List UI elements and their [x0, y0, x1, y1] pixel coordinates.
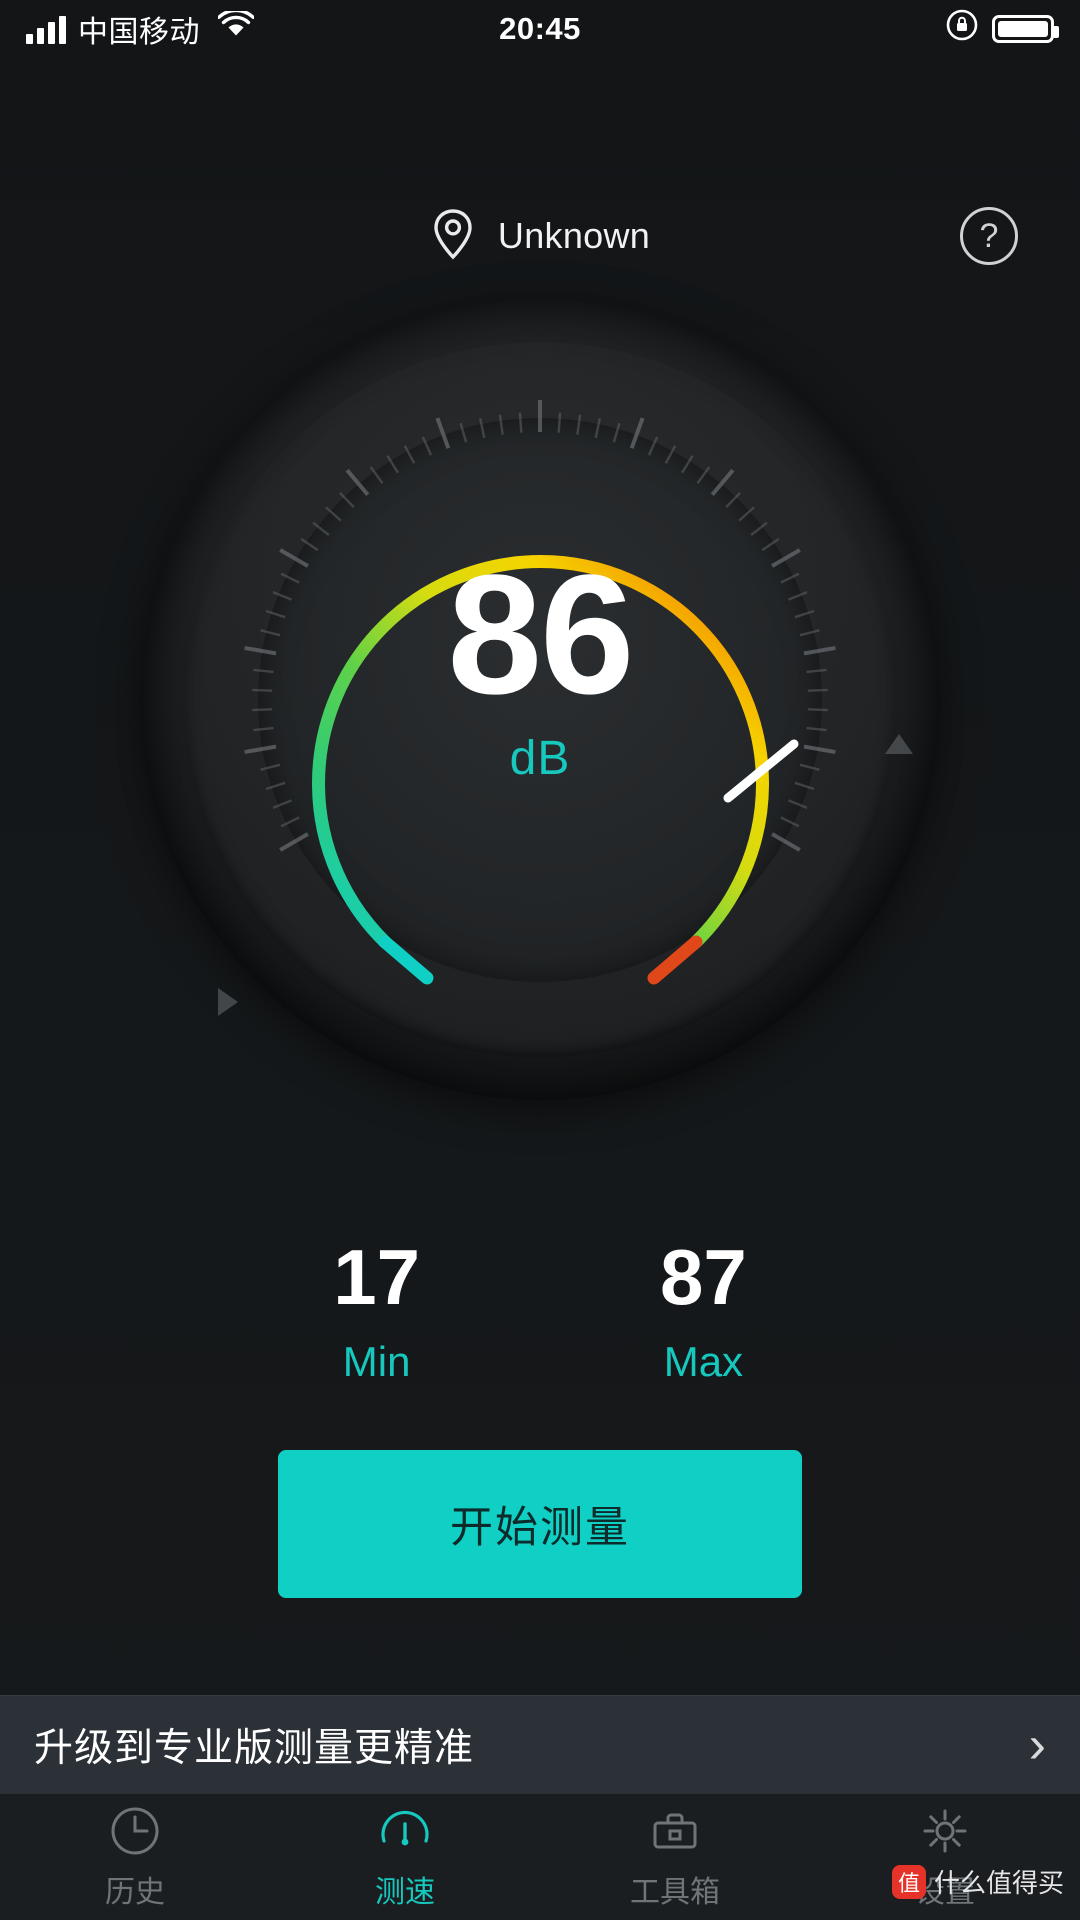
app-screen: 中国移动 20:45 Unknown ? 86 dB 17 Min 87 Max… [0, 0, 1080, 1920]
sound-level-gauge: 86 dB [140, 300, 940, 1100]
gauge-arc-end-hook [647, 935, 703, 985]
gauge-readout: 86 dB [140, 540, 940, 786]
min-label: Min [342, 1338, 411, 1385]
gauge-right-marker-icon [885, 734, 913, 754]
tab-toolbox-label: 工具箱 [630, 1876, 720, 1909]
upgrade-promo-bar[interactable]: 升级到专业版测量更精准 › [0, 1695, 1080, 1793]
battery-icon [992, 15, 1059, 43]
chevron-right-icon: › [1028, 1715, 1046, 1774]
gauge-left-marker-icon [218, 988, 238, 1016]
tab-settings[interactable]: 设置 [810, 1794, 1080, 1920]
min-max-row: 17 Min 87 Max [0, 1238, 1080, 1386]
location-label: Unknown [497, 215, 651, 256]
tab-speed-label: 测速 [375, 1876, 435, 1909]
gear-icon [917, 1803, 973, 1859]
header: Unknown ? [0, 196, 1080, 276]
location-button[interactable]: Unknown [430, 207, 650, 266]
help-label: ? [979, 216, 999, 255]
start-measure-label: 开始测量 [450, 1504, 630, 1552]
min-stat: 17 Min [333, 1238, 420, 1386]
min-value: 17 [333, 1233, 420, 1321]
max-label: Max [663, 1338, 744, 1385]
watermark-badge: 值 [891, 1864, 926, 1899]
gauge-arc-start-hook [378, 935, 434, 985]
toolbox-icon [647, 1803, 703, 1859]
help-button[interactable]: ? [960, 207, 1018, 265]
start-measure-button[interactable]: 开始测量 [278, 1450, 802, 1598]
max-value: 87 [660, 1233, 747, 1321]
upgrade-promo-text: 升级到专业版测量更精准 [34, 1726, 475, 1770]
location-pin-icon [430, 207, 476, 266]
tab-speed[interactable]: 测速 [270, 1794, 540, 1920]
tab-toolbox[interactable]: 工具箱 [540, 1794, 810, 1920]
status-bar: 中国移动 20:45 [0, 0, 1080, 58]
max-stat: 87 Max [660, 1238, 747, 1386]
gauge-value: 86 [447, 540, 634, 730]
tab-history[interactable]: 历史 [0, 1794, 270, 1920]
bottom-tab-bar: 历史 测速 工具箱 设置 [0, 1793, 1080, 1920]
watermark-text: 什么值得买 [933, 1868, 1064, 1898]
status-bar-time: 20:45 [499, 11, 581, 46]
history-clock-icon [107, 1803, 163, 1859]
tab-history-label: 历史 [105, 1876, 165, 1909]
gauge-unit: dB [509, 731, 571, 785]
watermark: 值 什么值得买 [891, 1863, 1064, 1900]
speedometer-icon [377, 1803, 433, 1859]
